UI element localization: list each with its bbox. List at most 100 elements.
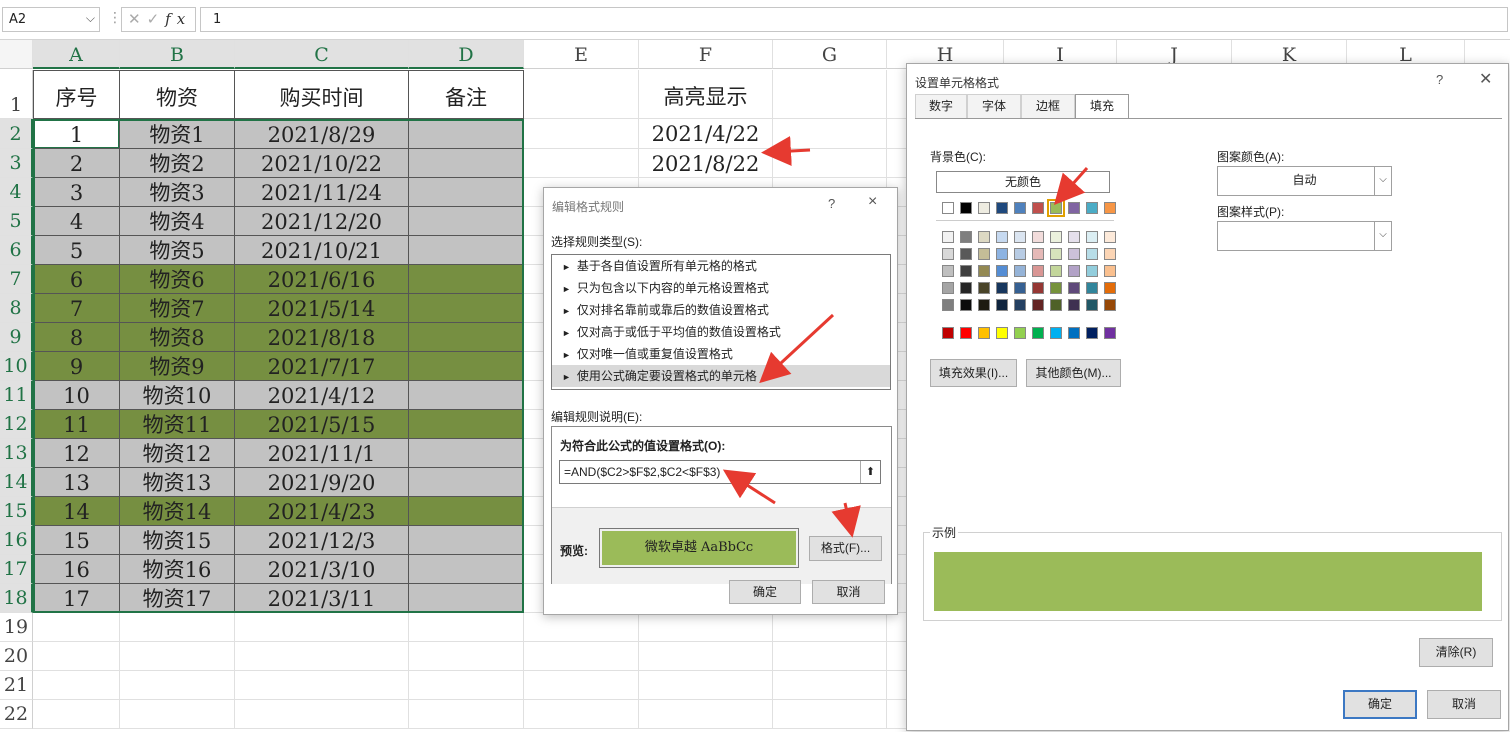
table-cell[interactable]: 3: [33, 178, 120, 207]
theme-color-swatch[interactable]: [1047, 199, 1065, 217]
table-cell[interactable]: 14: [33, 497, 120, 526]
chevron-down-icon[interactable]: ⌵: [86, 11, 95, 26]
column-header-b[interactable]: B: [120, 40, 235, 69]
theme-shade-swatch[interactable]: [1086, 265, 1098, 277]
standard-color-swatch[interactable]: [960, 327, 972, 339]
grid-cell[interactable]: [639, 700, 773, 729]
theme-color-swatch[interactable]: [1014, 202, 1026, 214]
row-header-9[interactable]: 9: [0, 323, 33, 352]
theme-shade-swatch[interactable]: [1086, 248, 1098, 260]
table-cell[interactable]: [409, 439, 524, 468]
tab-border[interactable]: 边框: [1021, 94, 1075, 118]
theme-shade-swatch[interactable]: [942, 231, 954, 243]
help-icon[interactable]: ?: [1436, 72, 1443, 87]
table-cell[interactable]: 4: [33, 207, 120, 236]
insert-function-icon[interactable]: fx: [165, 10, 191, 28]
theme-shade-swatch[interactable]: [978, 265, 990, 277]
theme-shade-swatch[interactable]: [942, 248, 954, 260]
table-cell[interactable]: 2021/11/1: [235, 439, 409, 468]
grid-cell[interactable]: [524, 642, 639, 671]
theme-shade-swatch[interactable]: [1068, 248, 1080, 260]
column-header-g[interactable]: G: [773, 40, 887, 69]
theme-shade-swatch[interactable]: [1104, 231, 1116, 243]
theme-color-swatch[interactable]: [942, 202, 954, 214]
row-header-3[interactable]: 3: [0, 149, 33, 178]
table-cell[interactable]: 2021/8/29: [235, 119, 409, 149]
table-cell[interactable]: 物资8: [120, 323, 235, 352]
theme-shade-swatch[interactable]: [1032, 231, 1044, 243]
theme-shade-swatch[interactable]: [960, 265, 972, 277]
chevron-down-icon[interactable]: ⌵: [1374, 222, 1391, 250]
standard-color-swatch[interactable]: [1014, 327, 1026, 339]
theme-shade-swatch[interactable]: [1068, 282, 1080, 294]
table-cell[interactable]: 2021/3/10: [235, 555, 409, 584]
row-header-7[interactable]: 7: [0, 265, 33, 294]
theme-shade-swatch[interactable]: [1032, 265, 1044, 277]
grid-cell[interactable]: [773, 671, 887, 700]
row-header-17[interactable]: 17: [0, 555, 33, 584]
table-cell[interactable]: [409, 584, 524, 613]
rule-type-item[interactable]: ► 仅对唯一值或重复值设置格式: [552, 343, 890, 365]
clear-button[interactable]: 清除(R): [1419, 638, 1493, 667]
table-cell[interactable]: [409, 265, 524, 294]
table-cell[interactable]: 物资13: [120, 468, 235, 497]
table-cell[interactable]: 2: [33, 149, 120, 178]
cancel-button[interactable]: 取消: [1427, 690, 1501, 719]
close-icon[interactable]: ✕: [1479, 69, 1492, 89]
table-cell[interactable]: 13: [33, 468, 120, 497]
standard-color-swatch[interactable]: [1104, 327, 1116, 339]
theme-shade-swatch[interactable]: [1050, 282, 1062, 294]
grid-cell[interactable]: [120, 700, 235, 729]
grid-cell[interactable]: [409, 642, 524, 671]
standard-color-swatch[interactable]: [996, 327, 1008, 339]
grid-cell[interactable]: [235, 700, 409, 729]
highlight-header[interactable]: 高亮显示: [639, 70, 773, 119]
table-cell[interactable]: 17: [33, 584, 120, 613]
column-header-d[interactable]: D: [409, 40, 524, 69]
theme-shade-swatch[interactable]: [1104, 265, 1116, 277]
table-cell[interactable]: [409, 497, 524, 526]
theme-shade-swatch[interactable]: [960, 231, 972, 243]
theme-shade-swatch[interactable]: [1014, 265, 1026, 277]
standard-color-swatch[interactable]: [1086, 327, 1098, 339]
theme-shade-swatch[interactable]: [1050, 248, 1062, 260]
theme-shade-swatch[interactable]: [996, 299, 1008, 311]
table-cell[interactable]: 物资2: [120, 149, 235, 178]
table-header[interactable]: 序号: [33, 70, 120, 119]
help-icon[interactable]: ?: [828, 196, 835, 211]
pattern-style-select[interactable]: ⌵: [1217, 221, 1392, 251]
row-header-11[interactable]: 11: [0, 381, 33, 410]
standard-color-swatch[interactable]: [978, 327, 990, 339]
table-cell[interactable]: [409, 119, 524, 149]
grid-cell[interactable]: [524, 70, 639, 119]
column-header-c[interactable]: C: [235, 40, 409, 69]
more-colors-button[interactable]: 其他颜色(M)...: [1026, 359, 1121, 387]
theme-shade-swatch[interactable]: [1104, 299, 1116, 311]
grid-cell[interactable]: [773, 70, 887, 119]
table-cell[interactable]: [409, 555, 524, 584]
tab-number[interactable]: 数字: [915, 94, 967, 118]
table-cell[interactable]: 物资16: [120, 555, 235, 584]
table-cell[interactable]: 2021/4/23: [235, 497, 409, 526]
standard-color-swatch[interactable]: [942, 327, 954, 339]
row-header-15[interactable]: 15: [0, 497, 33, 526]
table-cell[interactable]: 2021/6/16: [235, 265, 409, 294]
column-header-f[interactable]: F: [639, 40, 773, 69]
chevron-down-icon[interactable]: ⌵: [1374, 167, 1391, 195]
table-cell[interactable]: 9: [33, 352, 120, 381]
grid-cell[interactable]: [33, 700, 120, 729]
theme-shade-swatch[interactable]: [1086, 282, 1098, 294]
theme-shade-swatch[interactable]: [1086, 231, 1098, 243]
no-color-button[interactable]: 无颜色: [936, 171, 1110, 193]
table-cell[interactable]: [409, 410, 524, 439]
table-cell[interactable]: 物资7: [120, 294, 235, 323]
row-header-8[interactable]: 8: [0, 294, 33, 323]
theme-shade-swatch[interactable]: [996, 248, 1008, 260]
table-cell[interactable]: [409, 178, 524, 207]
theme-shade-swatch[interactable]: [960, 248, 972, 260]
theme-shade-swatch[interactable]: [978, 282, 990, 294]
cancel-button[interactable]: 取消: [812, 580, 885, 604]
grid-cell[interactable]: [639, 671, 773, 700]
theme-shade-swatch[interactable]: [996, 282, 1008, 294]
theme-shade-swatch[interactable]: [1104, 282, 1116, 294]
